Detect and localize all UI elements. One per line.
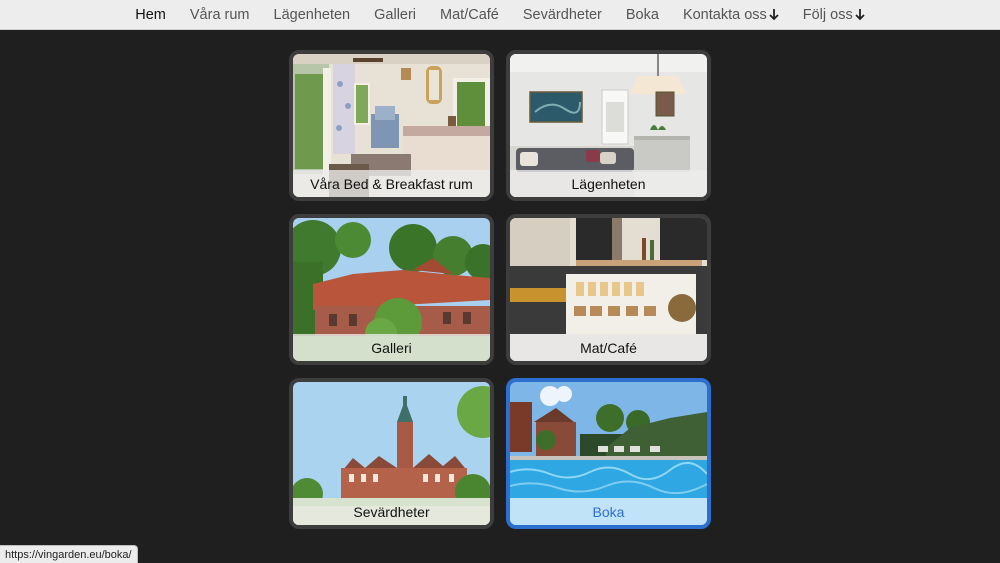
nav-item-label: Kontakta oss: [682, 6, 767, 23]
nav-item-label: Mat/Café: [440, 6, 499, 23]
arrow-down-icon: [769, 9, 779, 21]
nav-item-label: Hem: [135, 6, 166, 23]
tile-label: Lägenheten: [510, 170, 707, 197]
status-bar-url: https://vingarden.eu/boka/: [0, 545, 138, 563]
nav-item-vara-rum[interactable]: Våra rum: [178, 7, 262, 23]
nav-item-label: Sevärdheter: [522, 6, 602, 23]
arrow-down-icon: [855, 9, 865, 21]
nav-item-folj-oss[interactable]: Följ oss: [791, 7, 877, 23]
tile-galleri[interactable]: Galleri: [289, 214, 494, 365]
tile-label: Våra Bed & Breakfast rum: [293, 170, 490, 197]
nav-item-galleri[interactable]: Galleri: [362, 7, 428, 23]
tile-boka[interactable]: Boka: [506, 378, 711, 529]
tile-vara-rum[interactable]: Våra Bed & Breakfast rum: [289, 50, 494, 201]
nav-item-label: Följ oss: [802, 6, 853, 23]
nav-item-kontakta-oss[interactable]: Kontakta oss: [671, 7, 791, 23]
nav-item-label: Våra rum: [189, 6, 250, 23]
tile-mat-cafe[interactable]: Mat/Café: [506, 214, 711, 365]
top-navigation: Hem Våra rum Lägenheten Galleri Mat/Café…: [0, 0, 1000, 30]
tile-grid: Våra Bed & Breakfast rum Lägenheten Gall…: [289, 50, 711, 529]
nav-item-label: Boka: [625, 6, 659, 23]
nav-item-boka[interactable]: Boka: [614, 7, 671, 23]
tile-sevardheter[interactable]: Sevärdheter: [289, 378, 494, 529]
nav-item-mat-cafe[interactable]: Mat/Café: [428, 7, 511, 23]
tile-label: Mat/Café: [510, 334, 707, 361]
nav-item-sevardheter[interactable]: Sevärdheter: [511, 7, 614, 23]
tile-lagenheten[interactable]: Lägenheten: [506, 50, 711, 201]
nav-item-lagenheten[interactable]: Lägenheten: [262, 7, 363, 23]
nav-menu: Hem Våra rum Lägenheten Galleri Mat/Café…: [123, 7, 876, 23]
tile-label: Galleri: [293, 334, 490, 361]
tile-label: Sevärdheter: [293, 498, 490, 525]
nav-item-label: Lägenheten: [273, 6, 351, 23]
nav-item-label: Galleri: [374, 6, 417, 23]
nav-item-hem[interactable]: Hem: [123, 7, 178, 23]
tile-label: Boka: [510, 498, 707, 525]
